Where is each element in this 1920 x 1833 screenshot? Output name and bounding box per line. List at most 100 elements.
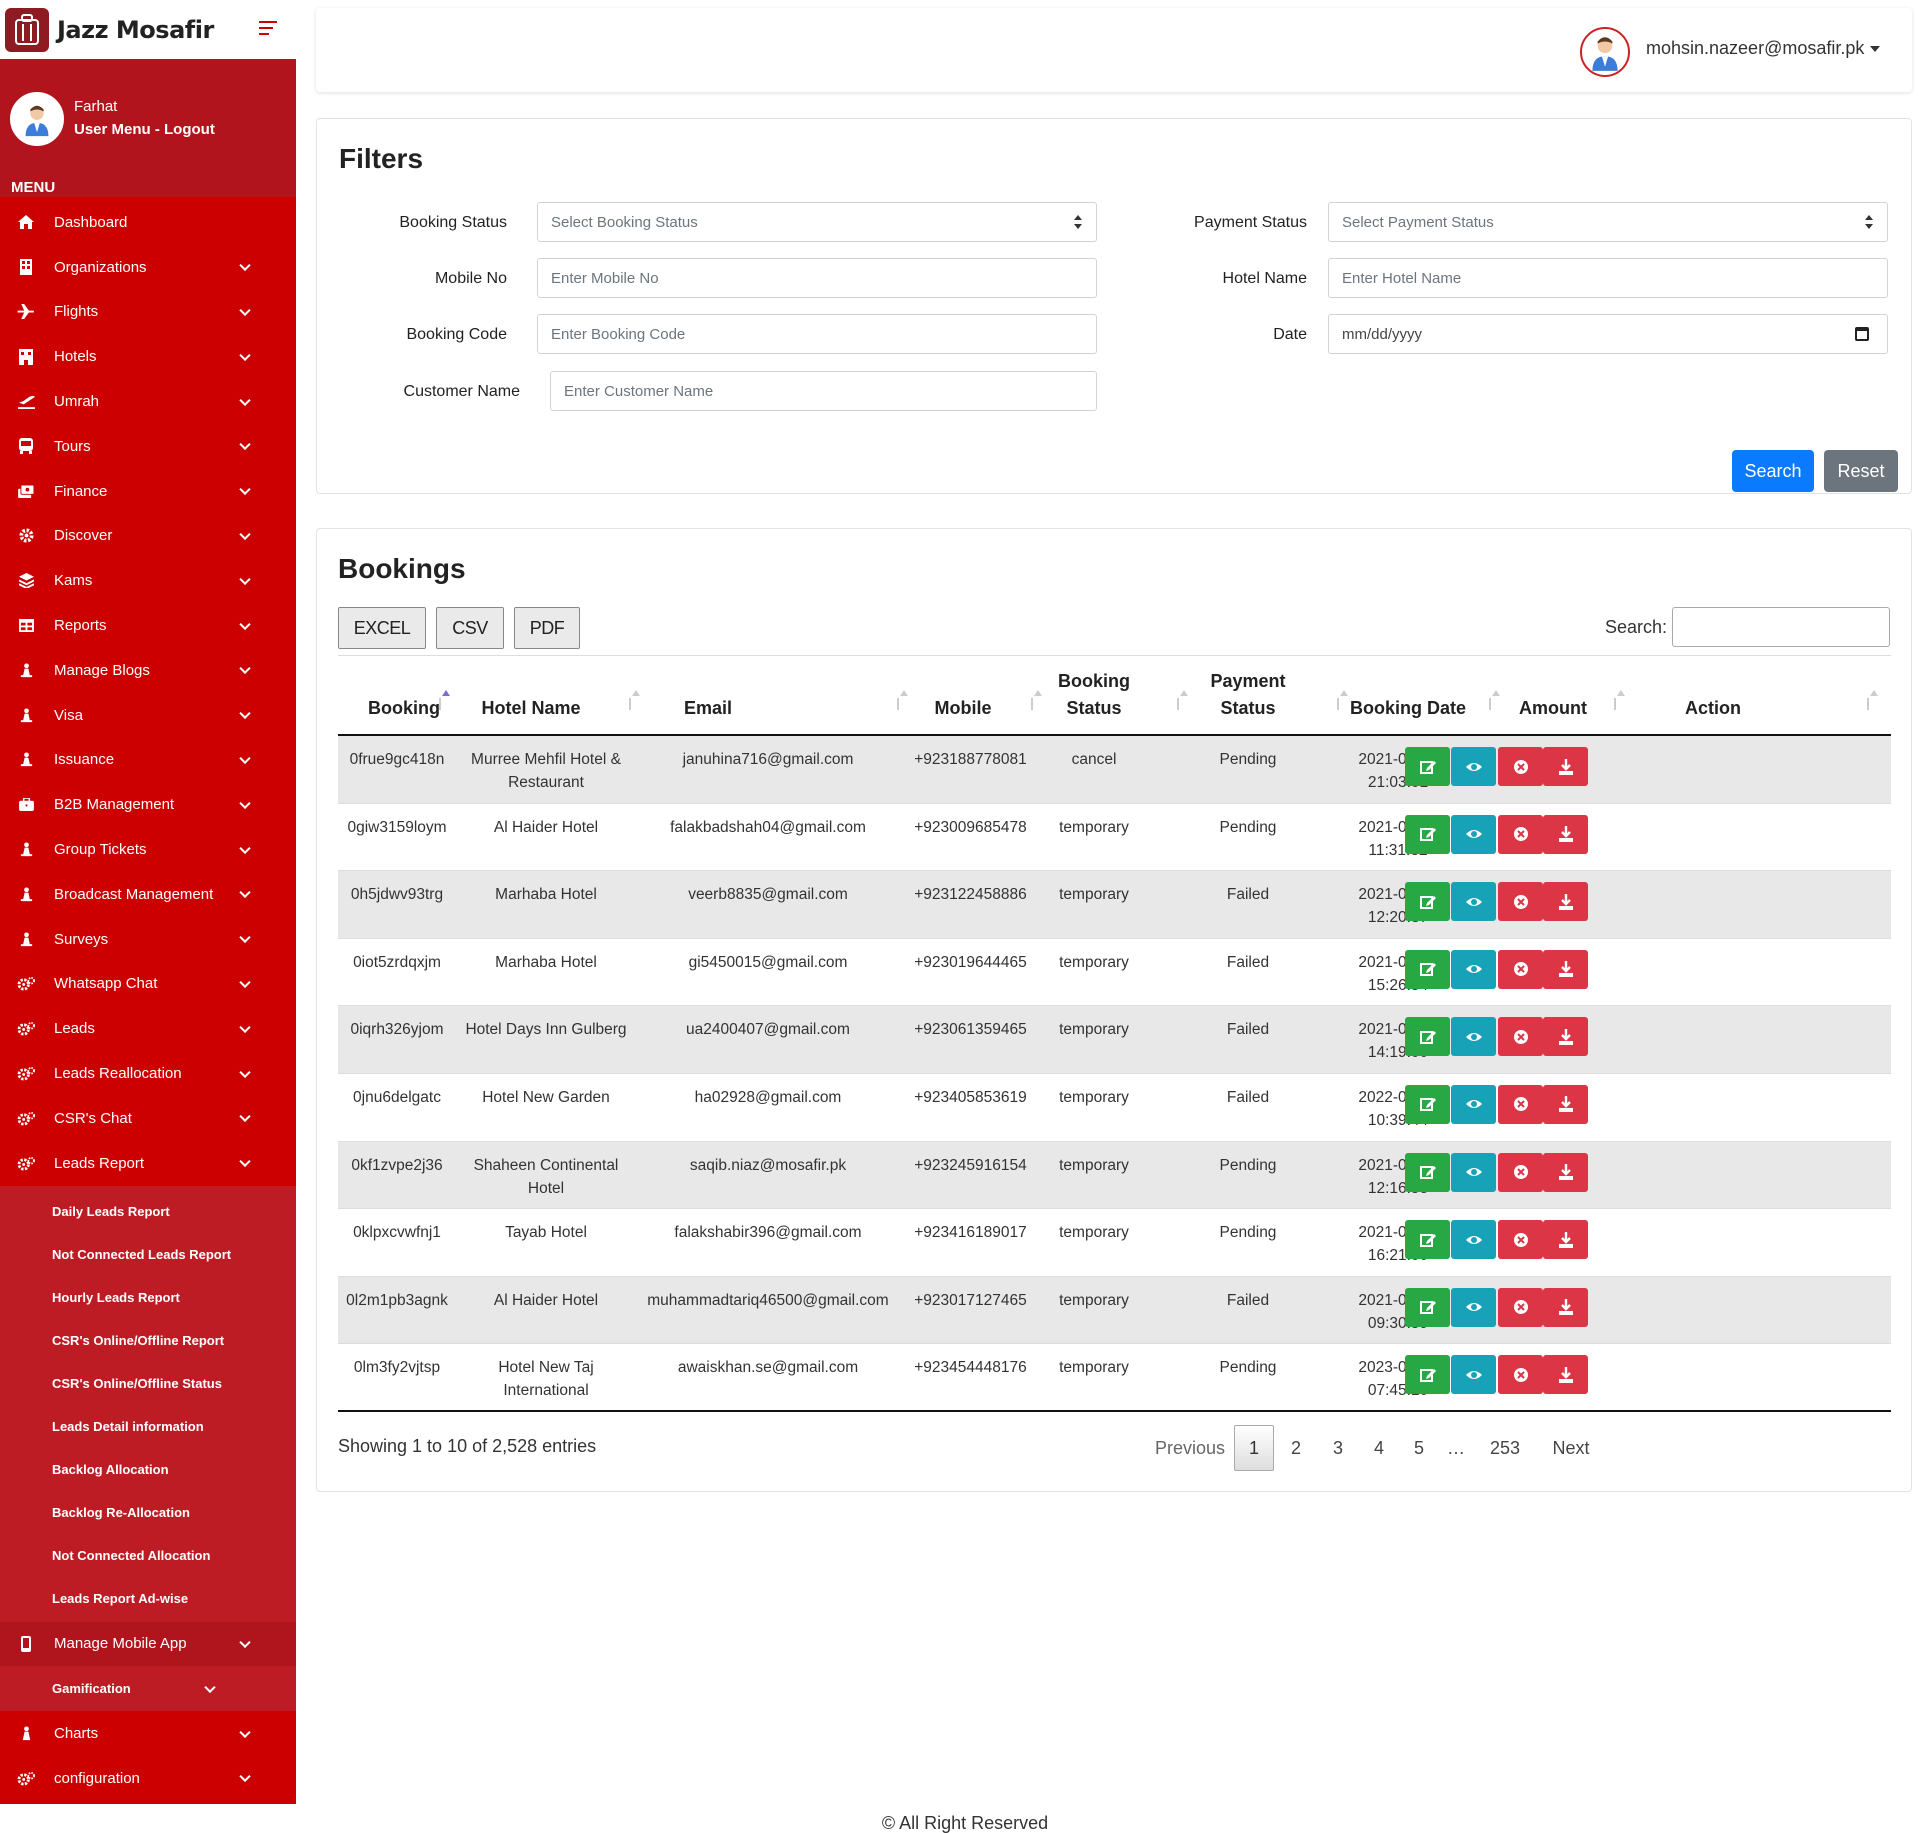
cancel-button[interactable] <box>1498 814 1543 854</box>
sidebar-item-broadcast-management[interactable]: Broadcast Management <box>0 872 296 917</box>
sidebar-item-gamification[interactable]: Gamification <box>0 1666 296 1712</box>
user-avatar[interactable] <box>1580 27 1630 77</box>
mobile-input[interactable]: Enter Mobile No <box>537 258 1097 298</box>
column-header-mobile[interactable]: Mobile <box>903 695 1023 722</box>
pagination-page[interactable]: 5 <box>1402 1425 1436 1471</box>
calendar-icon[interactable] <box>1855 327 1869 341</box>
sidebar-item-tours[interactable]: Tours <box>0 424 296 469</box>
download-button[interactable] <box>1543 1220 1588 1260</box>
submenu-item-hourly-leads-report[interactable]: Hourly Leads Report <box>0 1276 296 1319</box>
column-header-booking-date[interactable]: Booking Date <box>1348 695 1468 722</box>
sidebar-item-charts[interactable]: Charts <box>0 1711 296 1756</box>
sidebar-item-manage-mobile-app[interactable]: Manage Mobile App <box>0 1621 296 1667</box>
pagination-page[interactable]: 253 <box>1480 1425 1530 1471</box>
caret-down-icon[interactable] <box>1870 46 1880 52</box>
edit-button[interactable] <box>1405 747 1450 786</box>
sidebar-item-hotels[interactable]: Hotels <box>0 334 296 379</box>
column-header-payment-status[interactable]: Payment Status <box>1188 668 1308 722</box>
suitcase-logo-icon[interactable] <box>5 7 49 52</box>
view-button[interactable] <box>1451 1152 1496 1192</box>
sort-arrows-icon[interactable] <box>1176 690 1188 712</box>
view-button[interactable] <box>1451 814 1496 854</box>
table-search-input[interactable] <box>1672 607 1890 647</box>
pagination-page[interactable]: 1 <box>1234 1425 1274 1471</box>
sidebar-item-kams[interactable]: Kams <box>0 558 296 603</box>
edit-button[interactable] <box>1405 814 1450 854</box>
cancel-button[interactable] <box>1498 1152 1543 1192</box>
sort-arrows-icon[interactable] <box>1866 690 1878 712</box>
sidebar-item-umrah[interactable]: Umrah <box>0 379 296 424</box>
sidebar-item-manage-blogs[interactable]: Manage Blogs <box>0 648 296 693</box>
view-button[interactable] <box>1451 882 1496 922</box>
user-menu-logout-link[interactable]: User Menu - Logout <box>74 121 215 138</box>
sidebar-item-leads-report[interactable]: Leads Report <box>0 1141 296 1186</box>
view-button[interactable] <box>1451 747 1496 786</box>
csv-export-button[interactable]: CSV <box>436 607 504 649</box>
sidebar-item-configuration[interactable]: configuration <box>0 1756 296 1801</box>
sort-arrows-icon[interactable] <box>1336 690 1348 712</box>
column-header-email[interactable]: Email <box>638 695 778 722</box>
submenu-item-csr-s-online-offline-status[interactable]: CSR's Online/Offline Status <box>0 1362 296 1405</box>
booking-code-input[interactable]: Enter Booking Code <box>537 314 1097 354</box>
submenu-item-not-connected-leads-report[interactable]: Not Connected Leads Report <box>0 1233 296 1276</box>
sidebar-item-visa[interactable]: Visa <box>0 693 296 738</box>
sort-arrows-icon[interactable] <box>1613 690 1625 712</box>
sidebar-item-whatsapp-chat[interactable]: Whatsapp Chat <box>0 962 296 1007</box>
download-button[interactable] <box>1543 1355 1588 1395</box>
sidebar-item-group-tickets[interactable]: Group Tickets <box>0 827 296 872</box>
download-button[interactable] <box>1543 949 1588 989</box>
view-button[interactable] <box>1451 1017 1496 1057</box>
pagination-page[interactable]: 2 <box>1279 1425 1313 1471</box>
sidebar-item-surveys[interactable]: Surveys <box>0 917 296 962</box>
sidebar-item-leads-reallocation[interactable]: Leads Reallocation <box>0 1051 296 1096</box>
sort-arrows-icon[interactable] <box>1488 690 1500 712</box>
column-header-action[interactable]: Action <box>1658 695 1768 722</box>
edit-button[interactable] <box>1405 882 1450 922</box>
sidebar-item-reports[interactable]: Reports <box>0 603 296 648</box>
cancel-button[interactable] <box>1498 747 1543 786</box>
cancel-button[interactable] <box>1498 1220 1543 1260</box>
sort-arrows-icon[interactable] <box>438 690 450 712</box>
submenu-item-csr-s-online-offline-report[interactable]: CSR's Online/Offline Report <box>0 1319 296 1362</box>
customer-name-input[interactable]: Enter Customer Name <box>550 371 1097 411</box>
view-button[interactable] <box>1451 1084 1496 1124</box>
hamburger-icon[interactable] <box>259 21 281 37</box>
pagination-next[interactable]: Next <box>1542 1425 1600 1471</box>
booking-status-select[interactable]: Select Booking Status <box>537 202 1097 242</box>
view-button[interactable] <box>1451 949 1496 989</box>
column-header-booking-status[interactable]: Booking Status <box>1038 668 1150 722</box>
hotel-name-input[interactable]: Enter Hotel Name <box>1328 258 1888 298</box>
edit-button[interactable] <box>1405 1220 1450 1260</box>
reset-button[interactable]: Reset <box>1824 450 1898 492</box>
download-button[interactable] <box>1543 1287 1588 1327</box>
download-button[interactable] <box>1543 814 1588 854</box>
cancel-button[interactable] <box>1498 1355 1543 1395</box>
submenu-item-backlog-re-allocation[interactable]: Backlog Re-Allocation <box>0 1491 296 1534</box>
edit-button[interactable] <box>1405 1152 1450 1192</box>
submenu-item-backlog-allocation[interactable]: Backlog Allocation <box>0 1448 296 1491</box>
sidebar-item-flights[interactable]: Flights <box>0 290 296 335</box>
sidebar-item-discover[interactable]: Discover <box>0 514 296 559</box>
sidebar-item-organizations[interactable]: Organizations <box>0 245 296 290</box>
user-email-dropdown[interactable]: mohsin.nazeer@mosafir.pk <box>1646 38 1864 59</box>
sidebar-item-b2b-management[interactable]: B2B Management <box>0 782 296 827</box>
pdf-export-button[interactable]: PDF <box>514 607 580 649</box>
submenu-item-leads-report-ad-wise[interactable]: Leads Report Ad-wise <box>0 1577 296 1620</box>
download-button[interactable] <box>1543 747 1588 786</box>
payment-status-select[interactable]: Select Payment Status <box>1328 202 1888 242</box>
search-button[interactable]: Search <box>1732 450 1814 492</box>
cancel-button[interactable] <box>1498 1287 1543 1327</box>
date-input[interactable]: mm/dd/yyyy <box>1328 314 1888 354</box>
edit-button[interactable] <box>1405 949 1450 989</box>
view-button[interactable] <box>1451 1355 1496 1395</box>
column-header-amount[interactable]: Amount <box>1503 695 1603 722</box>
pagination-previous[interactable]: Previous <box>1152 1425 1228 1471</box>
column-header-hotel-name[interactable]: Hotel Name <box>456 695 606 722</box>
view-button[interactable] <box>1451 1220 1496 1260</box>
edit-button[interactable] <box>1405 1287 1450 1327</box>
sidebar-item-dashboard[interactable]: Dashboard <box>0 200 296 245</box>
sidebar-item-csr-s-chat[interactable]: CSR's Chat <box>0 1096 296 1141</box>
sidebar-item-finance[interactable]: Finance <box>0 469 296 514</box>
sidebar-item-issuance[interactable]: Issuance <box>0 738 296 783</box>
cancel-button[interactable] <box>1498 1084 1543 1124</box>
